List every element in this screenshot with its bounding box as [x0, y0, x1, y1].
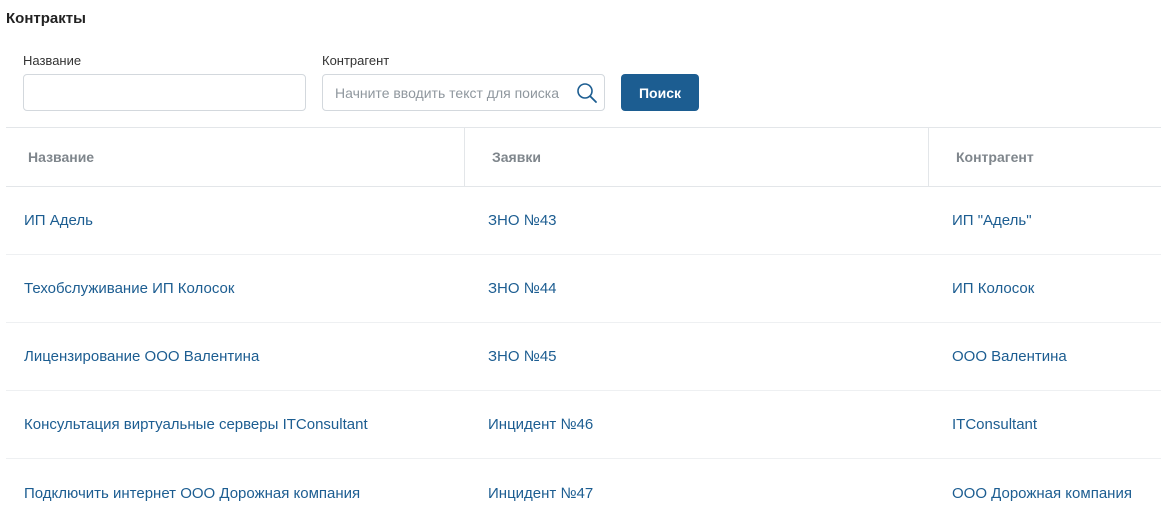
- contractor-link[interactable]: ИП Колосок: [952, 280, 1034, 297]
- contractor-link[interactable]: ООО Валентина: [952, 348, 1067, 365]
- table-row: Подключить интернет ООО Дорожная компани…: [6, 459, 1161, 527]
- name-filter: Название: [23, 52, 306, 111]
- contract-name-link[interactable]: ИП Адель: [24, 212, 93, 229]
- contractor-link[interactable]: ИП "Адель": [952, 212, 1032, 229]
- request-link[interactable]: ЗНО №44: [488, 280, 557, 297]
- contractor-field-box: [322, 74, 605, 111]
- column-header-requests[interactable]: Заявки: [465, 128, 929, 186]
- search-icon[interactable]: [576, 82, 598, 104]
- table-row: Консультация виртуальные серверы ITConsu…: [6, 391, 1161, 459]
- name-input[interactable]: [24, 75, 305, 110]
- table-row: ИП Адель ЗНО №43 ИП "Адель": [6, 187, 1161, 255]
- contractor-link[interactable]: ITConsultant: [952, 416, 1037, 433]
- contractor-link[interactable]: ООО Дорожная компания: [952, 485, 1132, 502]
- table-body: ИП Адель ЗНО №43 ИП "Адель" Техобслужива…: [6, 187, 1161, 527]
- page-title: Контракты: [6, 10, 86, 27]
- request-link[interactable]: Инцидент №46: [488, 416, 593, 433]
- contracts-table: Название Заявки Контрагент ИП Адель ЗНО …: [6, 127, 1161, 527]
- table-row: Лицензирование ООО Валентина ЗНО №45 ООО…: [6, 323, 1161, 391]
- name-filter-label: Название: [23, 53, 82, 68]
- request-link[interactable]: Инцидент №47: [488, 485, 593, 502]
- request-link[interactable]: ЗНО №45: [488, 348, 557, 365]
- column-header-contractor[interactable]: Контрагент: [929, 128, 1161, 186]
- contractor-filter: Контрагент: [322, 52, 605, 111]
- table-row: Техобслуживание ИП Колосок ЗНО №44 ИП Ко…: [6, 255, 1161, 323]
- search-button[interactable]: Поиск: [621, 74, 699, 111]
- request-link[interactable]: ЗНО №43: [488, 212, 557, 229]
- contract-name-link[interactable]: Консультация виртуальные серверы ITConsu…: [24, 416, 368, 433]
- contractor-filter-label: Контрагент: [322, 53, 390, 68]
- contractor-input[interactable]: [323, 75, 604, 110]
- contract-name-link[interactable]: Лицензирование ООО Валентина: [24, 348, 259, 365]
- name-field-box: [23, 74, 306, 111]
- contract-name-link[interactable]: Техобслуживание ИП Колосок: [24, 280, 234, 297]
- contract-name-link[interactable]: Подключить интернет ООО Дорожная компани…: [24, 485, 360, 502]
- table-header: Название Заявки Контрагент: [6, 127, 1161, 187]
- column-header-name[interactable]: Название: [6, 128, 465, 186]
